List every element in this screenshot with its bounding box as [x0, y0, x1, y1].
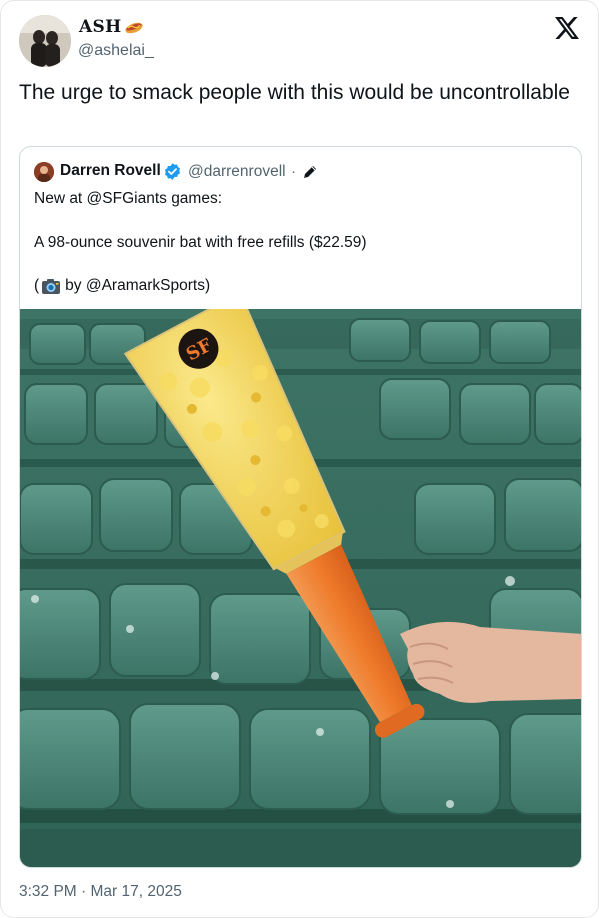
- tweet-photo[interactable]: SF: [20, 291, 581, 867]
- pencil-icon: [301, 163, 319, 181]
- quoted-tweet[interactable]: Darren Rovell @darrenrovell · New at @SF…: [19, 146, 582, 868]
- separator-dot: ·: [291, 163, 296, 180]
- x-logo-icon[interactable]: [555, 17, 579, 39]
- quoted-handle[interactable]: @darrenrovell: [188, 163, 286, 181]
- avatar[interactable]: [19, 15, 71, 67]
- display-name[interactable]: ASH: [79, 17, 144, 37]
- display-name-text: ASH: [79, 17, 122, 37]
- quoted-text-line-2: A 98-ounce souvenir bat with free refill…: [34, 234, 367, 251]
- user-handle[interactable]: @ashelai_: [78, 42, 154, 60]
- quoted-display-name[interactable]: Darren Rovell: [60, 162, 161, 180]
- quoted-text-line-3: ( by @AramarkSports): [34, 277, 210, 295]
- hotdog-emoji-icon: [124, 20, 144, 34]
- quoted-text-open-paren: (: [34, 277, 40, 294]
- tweet-text: The urge to smack people with this would…: [19, 81, 570, 104]
- quoted-text-line-1: New at @SFGiants games:: [34, 190, 223, 207]
- quoted-text-credit: by @AramarkSports): [65, 277, 211, 294]
- quoted-avatar[interactable]: [34, 162, 54, 182]
- verified-badge-icon: [163, 162, 182, 181]
- camera-icon: [41, 278, 61, 295]
- tweet-timestamp[interactable]: 3:32 PM · Mar 17, 2025: [19, 883, 182, 901]
- tweet-card: ASH @ashelai_ The urge to smack people w…: [0, 0, 599, 918]
